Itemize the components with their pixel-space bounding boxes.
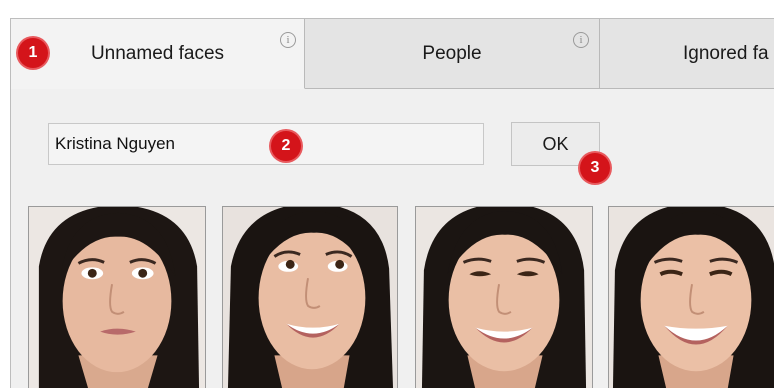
tab-label: People (422, 42, 482, 64)
face-image (609, 207, 774, 388)
face-thumbnail-grid (11, 206, 774, 388)
tab-label: Unnamed faces (90, 42, 225, 64)
face-thumbnail[interactable] (608, 206, 774, 388)
face-thumbnail[interactable] (222, 206, 398, 388)
face-thumbnail[interactable] (415, 206, 593, 388)
annotation-marker-3: 3 (580, 153, 610, 183)
annotation-marker-2: 2 (271, 131, 301, 161)
info-icon[interactable]: i (573, 32, 589, 48)
tab-label: Ignored fa (683, 42, 769, 64)
tab-ignored-faces[interactable]: Ignored fa (600, 19, 774, 89)
face-thumbnail[interactable] (28, 206, 206, 388)
annotation-marker-1: 1 (18, 38, 48, 68)
info-icon[interactable]: i (280, 32, 296, 48)
face-naming-panel: Unnamed faces i People i Ignored fa OK (10, 18, 774, 388)
tab-unnamed-faces[interactable]: Unnamed faces i (11, 19, 305, 89)
face-image (416, 207, 592, 388)
face-image (29, 207, 205, 388)
face-image (223, 207, 397, 388)
tab-bar: Unnamed faces i People i Ignored fa (11, 19, 774, 91)
tab-people[interactable]: People i (305, 19, 600, 89)
name-input[interactable] (48, 123, 484, 165)
